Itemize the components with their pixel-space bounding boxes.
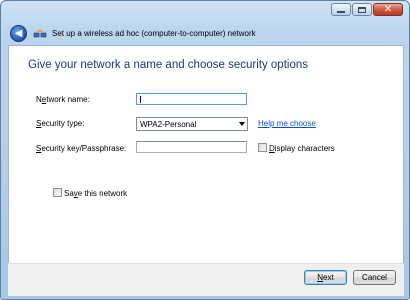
security-key-input[interactable] (136, 141, 247, 153)
window-title: Set up a wireless ad hoc (computer-to-co… (52, 28, 256, 38)
wizard-content (8, 45, 404, 263)
security-type-select[interactable]: WPA2-Personal (136, 117, 248, 131)
display-characters-checkbox[interactable] (258, 143, 267, 152)
caption-buttons: ✕ (331, 3, 403, 16)
security-key-label: Security key/Passphrase: (36, 144, 127, 153)
minimize-button[interactable] (331, 3, 351, 16)
maximize-icon (358, 6, 366, 13)
security-type-label: Security type: (36, 119, 85, 128)
minimize-icon (337, 11, 345, 13)
help-me-choose-link[interactable]: Help me choose (258, 119, 316, 128)
page-title: Give your network a name and choose secu… (28, 59, 308, 71)
network-name-input[interactable] (136, 93, 247, 105)
save-network-checkbox[interactable] (53, 188, 62, 197)
network-name-label: Network name: (36, 95, 90, 104)
text-caret (140, 96, 141, 103)
save-network-label[interactable]: Save this network (64, 189, 127, 198)
display-characters-label[interactable]: Display characters (269, 144, 335, 153)
back-button[interactable]: ◀ (10, 24, 27, 42)
close-button[interactable]: ✕ (373, 3, 403, 16)
cancel-button[interactable]: Cancel (353, 270, 396, 285)
next-button[interactable]: Next (304, 270, 347, 285)
back-arrow-icon: ◀ (14, 27, 23, 39)
maximize-button[interactable] (352, 3, 372, 16)
close-icon: ✕ (383, 4, 393, 15)
wireless-network-icon (33, 29, 47, 38)
security-type-value: WPA2-Personal (140, 119, 197, 129)
chevron-down-icon (239, 122, 245, 126)
window-frame: ✕ ◀ Set up a wireless ad hoc (computer-t… (0, 0, 410, 300)
wizard-header: ◀ Set up a wireless ad hoc (computer-to-… (10, 24, 256, 42)
